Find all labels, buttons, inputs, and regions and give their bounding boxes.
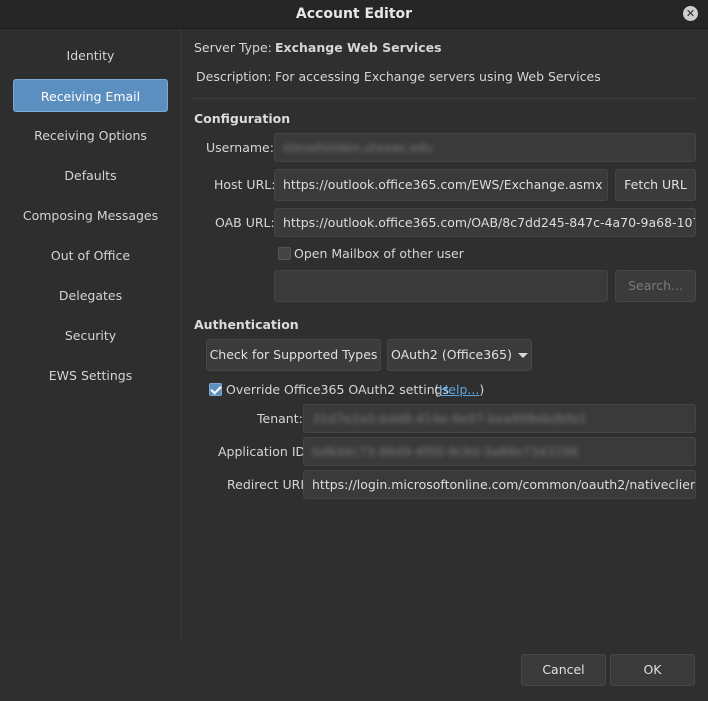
help-link[interactable]: Help...	[439, 382, 479, 397]
sidebar-item-identity[interactable]: Identity	[13, 39, 168, 72]
sidebar-item-receiving-options[interactable]: Receiving Options	[13, 119, 168, 152]
chevron-down-icon	[517, 353, 528, 358]
tenant-field[interactable]: 31d7e2a5-bdd8-414e-9e97-bea998ebdbfe1	[303, 404, 696, 433]
oab-url-field[interactable]: https://outlook.office365.com/OAB/8c7dd2…	[274, 208, 696, 237]
sidebar: Identity Receiving Email Receiving Optio…	[0, 29, 181, 641]
help-wrapper: (Help...)	[434, 382, 484, 397]
server-type-value: Exchange Web Services	[275, 40, 442, 55]
ok-button[interactable]: OK	[610, 654, 695, 686]
username-value: steveholden.utexas.edu	[283, 140, 434, 155]
redirect-uri-label: Redirect URI:	[227, 477, 309, 492]
open-mailbox-checkbox[interactable]	[278, 247, 291, 260]
sidebar-item-security[interactable]: Security	[13, 319, 168, 352]
sidebar-item-ews-settings[interactable]: EWS Settings	[13, 359, 168, 392]
fetch-url-button[interactable]: Fetch URL	[615, 169, 696, 201]
cancel-button[interactable]: Cancel	[521, 654, 606, 686]
application-id-value: bd6d4c73-86d9-4f00-9c9d-3a88e7343296	[312, 444, 579, 459]
username-field[interactable]: steveholden.utexas.edu	[274, 133, 696, 162]
host-url-label: Host URL:	[214, 177, 276, 192]
tenant-label: Tenant:	[257, 411, 303, 426]
application-id-field[interactable]: bd6d4c73-86d9-4f00-9c9d-3a88e7343296	[303, 437, 696, 466]
close-icon[interactable]: ✕	[683, 6, 698, 21]
window-title: Account Editor	[295, 6, 413, 22]
sidebar-item-composing-messages[interactable]: Composing Messages	[13, 199, 168, 232]
divider	[193, 98, 696, 99]
dialog-body: Identity Receiving Email Receiving Optio…	[0, 29, 708, 701]
server-type-label: Server Type:	[194, 40, 272, 55]
auth-method-value: OAuth2 (Office365)	[391, 347, 512, 362]
check-supported-types-button[interactable]: Check for Supported Types	[206, 339, 381, 371]
override-settings-checkbox[interactable]	[209, 383, 222, 396]
tenant-value: 31d7e2a5-bdd8-414e-9e97-bea998ebdbfe1	[312, 411, 587, 426]
help-close-paren: )	[479, 382, 485, 397]
configuration-heading: Configuration	[194, 111, 291, 126]
override-settings-label: Override Office365 OAuth2 settings	[226, 382, 450, 397]
sidebar-item-delegates[interactable]: Delegates	[13, 279, 168, 312]
description-value: For accessing Exchange servers using Web…	[275, 69, 601, 84]
search-button[interactable]: Search...	[615, 270, 696, 302]
auth-method-dropdown[interactable]: OAuth2 (Office365)	[387, 339, 532, 371]
title-bar: Account Editor ✕	[0, 0, 708, 29]
application-id-label: Application ID:	[218, 444, 310, 459]
description-label: Description:	[196, 69, 272, 84]
open-mailbox-label: Open Mailbox of other user	[294, 246, 464, 261]
authentication-heading: Authentication	[194, 317, 299, 332]
host-url-field[interactable]: https://outlook.office365.com/EWS/Exchan…	[274, 169, 608, 201]
redirect-uri-field[interactable]: https://login.microsoftonline.com/common…	[303, 470, 696, 499]
sidebar-item-out-of-office[interactable]: Out of Office	[13, 239, 168, 272]
other-user-input[interactable]	[274, 270, 608, 302]
sidebar-item-receiving-email[interactable]: Receiving Email	[13, 79, 168, 112]
sidebar-item-defaults[interactable]: Defaults	[13, 159, 168, 192]
oab-url-label: OAB URL:	[215, 215, 275, 230]
username-label: Username:	[206, 140, 274, 155]
